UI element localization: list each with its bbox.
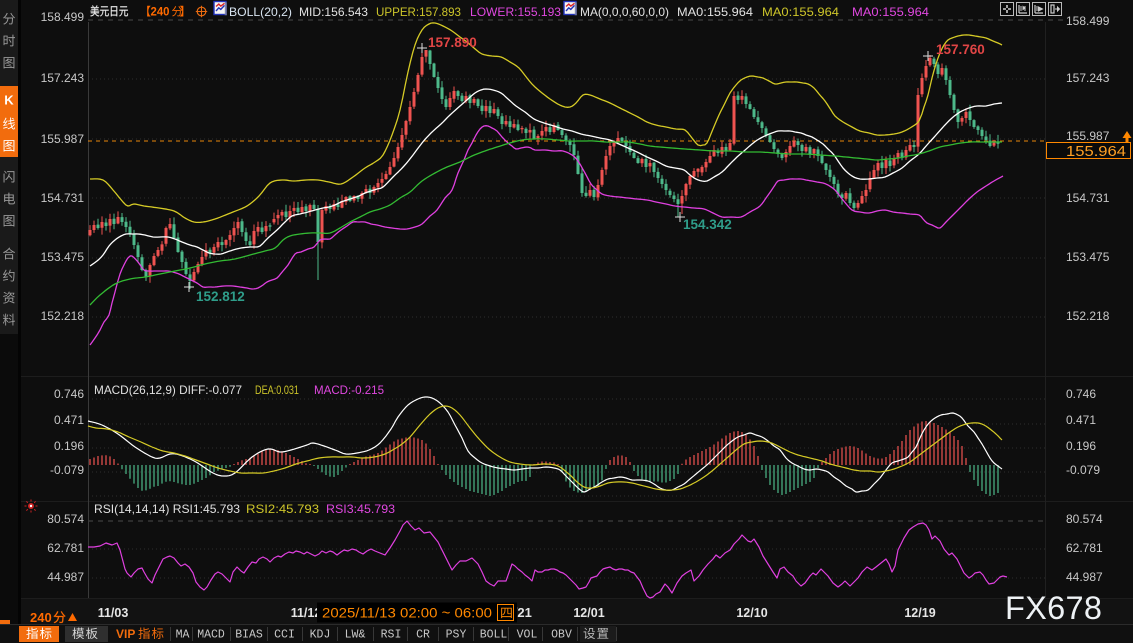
- svg-text:CCI: CCI: [274, 629, 295, 642]
- svg-text:RSI: RSI: [381, 629, 402, 642]
- svg-text:12/19: 12/19: [904, 606, 935, 620]
- svg-text:MID:156.543: MID:156.543: [299, 5, 368, 19]
- svg-text:158.499: 158.499: [1066, 14, 1110, 28]
- svg-text:157.890: 157.890: [428, 35, 477, 50]
- svg-text:MA0:155.964: MA0:155.964: [762, 5, 839, 19]
- svg-text:PSY: PSY: [446, 629, 467, 642]
- svg-text:152.218: 152.218: [1066, 309, 1110, 323]
- svg-text:154.342: 154.342: [683, 217, 732, 232]
- svg-text:0.471: 0.471: [1066, 413, 1096, 427]
- svg-text:BOLL: BOLL: [480, 629, 508, 642]
- svg-text:155.987: 155.987: [41, 132, 85, 146]
- svg-text:0.196: 0.196: [1066, 439, 1096, 453]
- svg-text:154.731: 154.731: [41, 191, 85, 205]
- svg-text:157.243: 157.243: [41, 71, 85, 85]
- svg-text:44.987: 44.987: [1066, 570, 1103, 584]
- svg-text:RSI2:45.793: RSI2:45.793: [246, 502, 319, 516]
- svg-text:OBV: OBV: [551, 629, 572, 642]
- svg-text:MA0:155.964: MA0:155.964: [852, 5, 929, 19]
- svg-text:0.746: 0.746: [54, 387, 84, 401]
- svg-text:157.760: 157.760: [936, 42, 985, 57]
- svg-text:LOWER:155.193: LOWER:155.193: [470, 5, 561, 19]
- svg-text:MACD: MACD: [197, 629, 225, 642]
- svg-text:152.218: 152.218: [41, 309, 85, 323]
- svg-text:BOLL(20,2): BOLL(20,2): [229, 5, 292, 19]
- svg-text:158.499: 158.499: [41, 10, 85, 24]
- svg-text:154.731: 154.731: [1066, 191, 1110, 205]
- svg-text:153.475: 153.475: [41, 250, 85, 264]
- svg-text:RSI(14,14,14) RSI1:45.793: RSI(14,14,14) RSI1:45.793: [94, 502, 240, 516]
- svg-text:62.781: 62.781: [47, 541, 84, 555]
- svg-text:11/12: 11/12: [291, 606, 322, 620]
- svg-text:155.964: 155.964: [1066, 144, 1126, 160]
- svg-text:240: 240: [151, 7, 170, 19]
- svg-text:FX678: FX678: [1005, 590, 1102, 626]
- svg-text:153.475: 153.475: [1066, 250, 1110, 264]
- svg-text:152.812: 152.812: [196, 289, 245, 304]
- svg-text:2025/11/13 02:00 ~ 06:00: 2025/11/13 02:00 ~ 06:00: [322, 606, 492, 621]
- svg-text:240: 240: [30, 610, 52, 625]
- svg-text:0.196: 0.196: [54, 439, 84, 453]
- svg-text:12/10: 12/10: [736, 606, 767, 620]
- svg-text:MA(0,0,0,60,0,0): MA(0,0,0,60,0,0): [580, 5, 669, 19]
- svg-text:0.746: 0.746: [1066, 387, 1096, 401]
- svg-text:BIAS: BIAS: [235, 629, 263, 642]
- svg-text:0.471: 0.471: [54, 413, 84, 427]
- svg-text:-0.079: -0.079: [1066, 463, 1100, 477]
- svg-text:157.243: 157.243: [1066, 71, 1110, 85]
- svg-text:UPPER:157.893: UPPER:157.893: [376, 5, 461, 19]
- svg-text:11/03: 11/03: [98, 606, 129, 620]
- svg-text:12/01: 12/01: [573, 606, 604, 620]
- svg-text:155.987: 155.987: [1066, 129, 1110, 143]
- svg-text:MA0:155.964: MA0:155.964: [677, 5, 753, 19]
- svg-text:80.574: 80.574: [1066, 512, 1103, 526]
- svg-text:VIP: VIP: [116, 627, 135, 641]
- svg-text:80.574: 80.574: [47, 512, 84, 526]
- svg-text:MACD:-0.215: MACD:-0.215: [314, 383, 384, 397]
- svg-text:LW&: LW&: [345, 629, 366, 642]
- svg-text:KDJ: KDJ: [310, 629, 331, 642]
- svg-text:MA: MA: [176, 629, 190, 642]
- svg-text:MACD(26,12,9) DIFF:-0.077: MACD(26,12,9) DIFF:-0.077: [94, 383, 242, 397]
- svg-text:44.987: 44.987: [47, 570, 84, 584]
- svg-text:-0.079: -0.079: [50, 463, 84, 477]
- svg-text:K: K: [4, 93, 14, 108]
- svg-text:RSI3:45.793: RSI3:45.793: [326, 502, 395, 516]
- svg-text:62.781: 62.781: [1066, 541, 1103, 555]
- svg-text:CR: CR: [416, 629, 430, 642]
- svg-text:DEA:0.031: DEA:0.031: [255, 383, 299, 397]
- svg-text:VOL: VOL: [517, 629, 538, 642]
